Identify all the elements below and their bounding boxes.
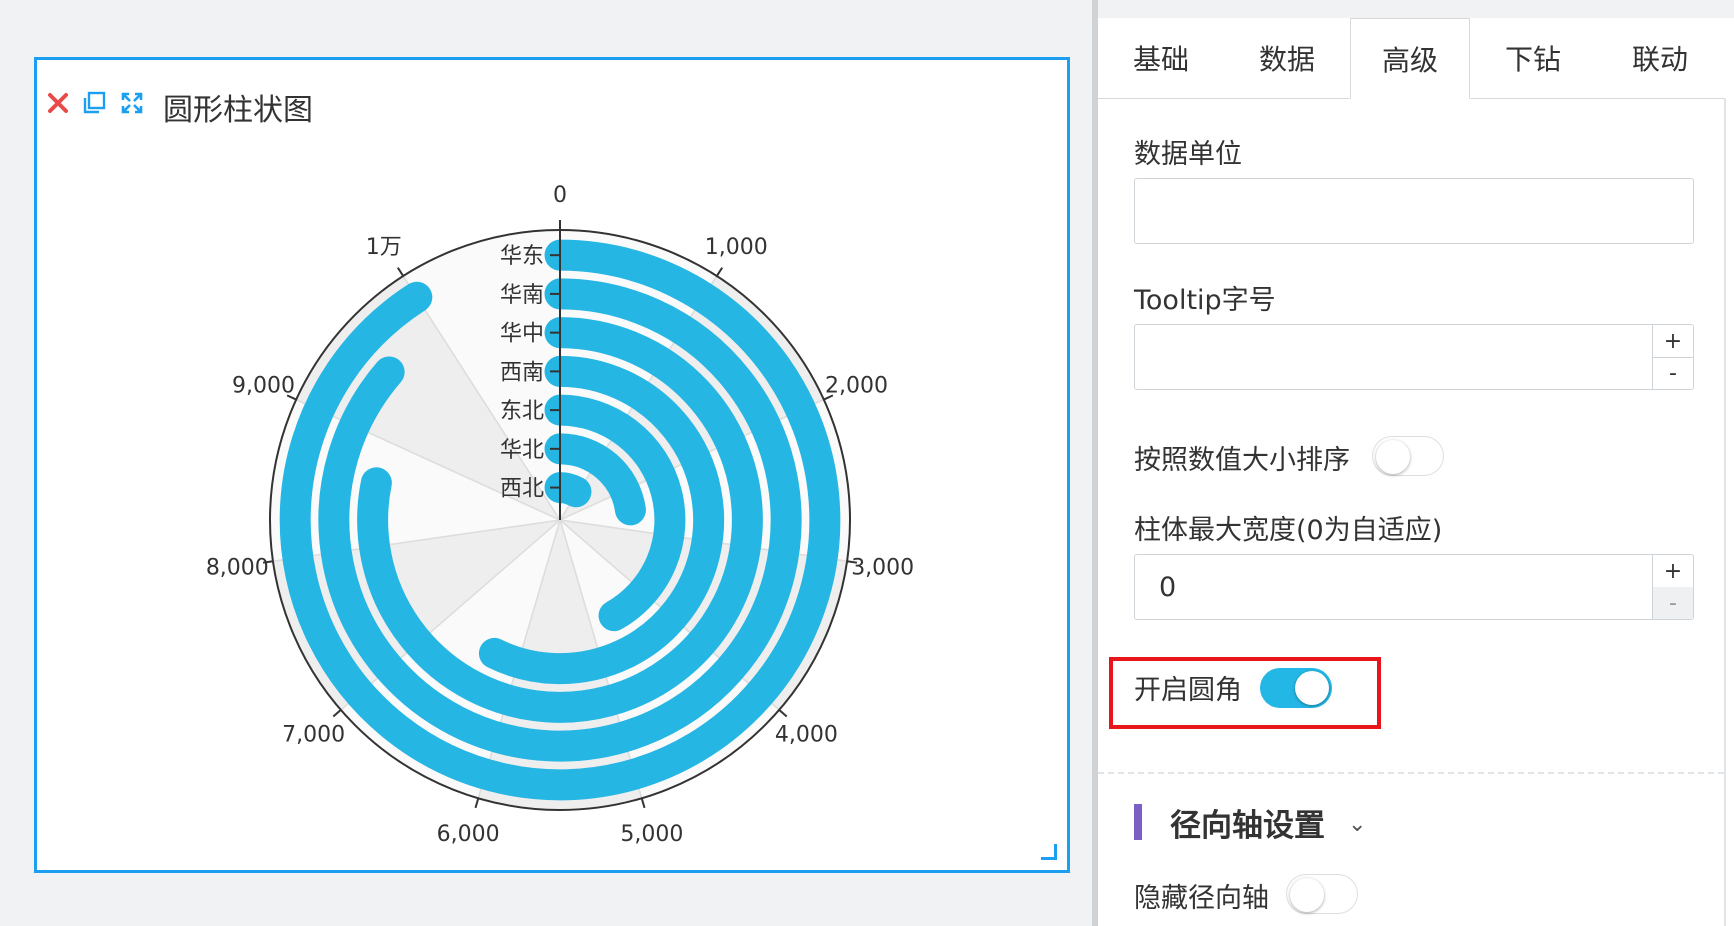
tooltip-font-stepper[interactable]: + - (1134, 324, 1694, 390)
tooltip-font-label: Tooltip字号 (1134, 285, 1276, 316)
angle-tick-label: 3,000 (851, 555, 914, 580)
hide-radial-axis-toggle[interactable] (1286, 874, 1358, 914)
angle-tick-label: 0 (553, 183, 567, 208)
settings-tabs: 基础 数据 高级 下钻 联动 (1098, 18, 1724, 99)
angle-tick-label: 1,000 (705, 235, 768, 260)
angle-tick (332, 709, 342, 718)
angle-tick-label: 7,000 (282, 722, 345, 747)
data-unit-label: 数据单位 (1134, 139, 1242, 170)
sort-by-value-toggle[interactable] (1372, 436, 1444, 476)
chevron-down-icon[interactable]: ⌄ (1348, 812, 1366, 837)
bar-max-width-value[interactable]: 0 (1159, 555, 1176, 619)
category-label: 西南 (500, 360, 544, 385)
angle-tick-label: 8,000 (206, 555, 269, 580)
tooltip-font-increment-button[interactable]: + (1653, 325, 1693, 358)
angle-tick (778, 709, 788, 718)
angle-tick (396, 267, 405, 277)
bar-西北 (544, 472, 592, 508)
bar-max-width-label: 柱体最大宽度(0为自适应) (1134, 515, 1443, 546)
tab-drilldown[interactable]: 下钻 (1470, 18, 1596, 98)
section-divider (1098, 772, 1724, 774)
tab-data[interactable]: 数据 (1224, 18, 1350, 98)
round-corner-label: 开启圆角 (1134, 675, 1242, 706)
canvas-area: 圆形柱状图 0 1,000 2,000 3,000 4,000 5,000 6,000 7,0… (0, 0, 1092, 926)
tab-advanced[interactable]: 高级 (1350, 18, 1470, 99)
tab-basic[interactable]: 基础 (1098, 18, 1224, 98)
category-label: 西北 (500, 477, 544, 502)
round-corner-toggle[interactable] (1260, 668, 1332, 708)
tooltip-font-decrement-button[interactable]: - (1653, 357, 1693, 389)
angle-tick-label: 2,000 (825, 374, 888, 399)
panel-scrollbar[interactable] (1724, 98, 1726, 926)
category-label: 华南 (500, 283, 544, 308)
resize-handle[interactable] (1041, 844, 1057, 860)
angle-tick-label: 1万 (366, 235, 402, 260)
angle-tick-label: 9,000 (232, 374, 295, 399)
polar-bar-chart: 0 1,000 2,000 3,000 4,000 5,000 6,000 7,000 8,00… (206, 183, 914, 847)
angle-tick-label: 5,000 (620, 822, 683, 847)
angle-tick-label: 4,000 (775, 722, 838, 747)
data-unit-input[interactable] (1134, 178, 1694, 244)
category-label: 华中 (500, 322, 544, 347)
category-label: 华东 (500, 244, 544, 269)
radial-axis-section-title[interactable]: 径向轴设置 (1170, 800, 1325, 845)
sort-by-value-label: 按照数值大小排序 (1134, 445, 1350, 476)
settings-panel: 基础 数据 高级 下钻 联动 数据单位 Tooltip字号 + - 按照数值大小… (1098, 0, 1734, 926)
angle-tick (474, 797, 480, 809)
tab-linkage[interactable]: 联动 (1596, 18, 1724, 98)
hide-radial-axis-label: 隐藏径向轴 (1134, 883, 1269, 914)
angle-tick (640, 797, 646, 809)
bar-max-width-stepper[interactable]: 0 + - (1134, 554, 1694, 620)
category-label: 东北 (500, 399, 544, 424)
bar-max-width-decrement-button[interactable]: - (1653, 587, 1693, 619)
category-label: 华北 (500, 438, 544, 463)
section-accent-bar (1134, 804, 1142, 840)
angle-tick-label: 6,000 (437, 822, 500, 847)
bar-max-width-increment-button[interactable]: + (1653, 555, 1693, 588)
angle-tick (715, 267, 724, 277)
chart-widget[interactable]: 圆形柱状图 0 1,000 2,000 3,000 4,000 5,000 6,000 7,0… (34, 57, 1070, 873)
